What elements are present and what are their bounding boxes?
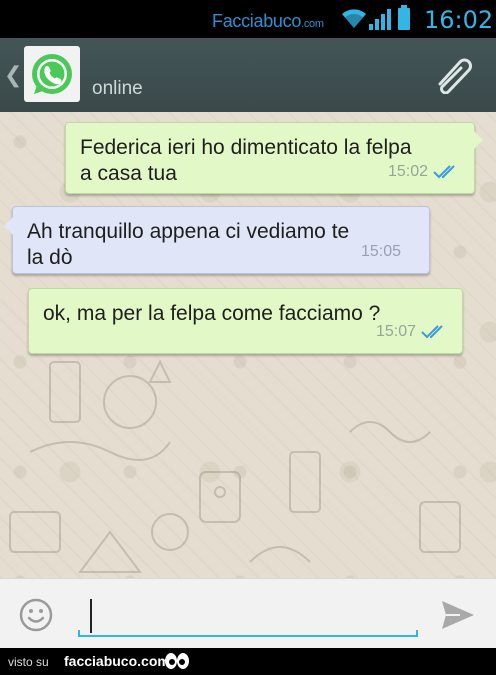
text-cursor [90,599,92,633]
send-arrow-icon[interactable] [440,599,476,631]
status-brand: Facciabuco.com [212,11,324,31]
bubble-tail [474,131,483,149]
paperclip-icon[interactable] [432,54,476,94]
status-time: 16:02 [424,6,494,34]
eyes-icon [165,653,189,669]
wallpaper-doodle [9,511,189,573]
double-check-icon [421,325,443,339]
smiley-icon[interactable] [18,597,54,633]
whatsapp-logo-icon [32,54,72,94]
message-meta: 15:07 [376,319,450,345]
message-bubble-incoming[interactable]: Ah tranquillo appena ci vediamo te la dò … [4,206,430,274]
watermark-footer: visto su facciabuco.com [0,648,496,675]
battery-icon [398,5,410,30]
signal-icon [369,9,391,30]
contact-status: online [92,78,143,99]
wallpaper-doodle [29,359,172,461]
bubble-tail [4,217,13,235]
status-bar: Facciabuco.com 16:02 [0,0,496,38]
message-bubble-outgoing[interactable]: Federica ieri ho dimenticato la felpa a c… [65,122,483,194]
message-meta: 15:05 [361,239,401,265]
chat-area[interactable]: Federica ieri ho dimenticato la felpa a c… [0,112,496,578]
message-time: 15:05 [360,243,401,260]
message-bubble-outgoing[interactable]: ok, ma per la felpa come facciamo ? 15:0… [28,288,463,354]
footer-brand: facciabuco.com [64,653,170,669]
message-meta: 15:02 [388,159,462,185]
wallpaper-doodle [199,421,461,563]
message-time: 15:02 [387,163,428,180]
message-time: 15:07 [375,323,416,340]
double-check-icon [433,165,455,179]
message-text: Ah tranquillo appena ci vediamo te la dò [27,220,350,269]
footer-label: visto su [8,655,49,669]
composer-bar [0,578,496,648]
chevron-left-icon[interactable]: ❮ [4,62,22,88]
message-input-field[interactable] [78,597,418,637]
chat-header: ❮ online [0,38,496,112]
message-input[interactable] [78,597,418,635]
wifi-icon [342,9,366,28]
avatar[interactable] [24,46,80,102]
status-icons [340,5,410,32]
